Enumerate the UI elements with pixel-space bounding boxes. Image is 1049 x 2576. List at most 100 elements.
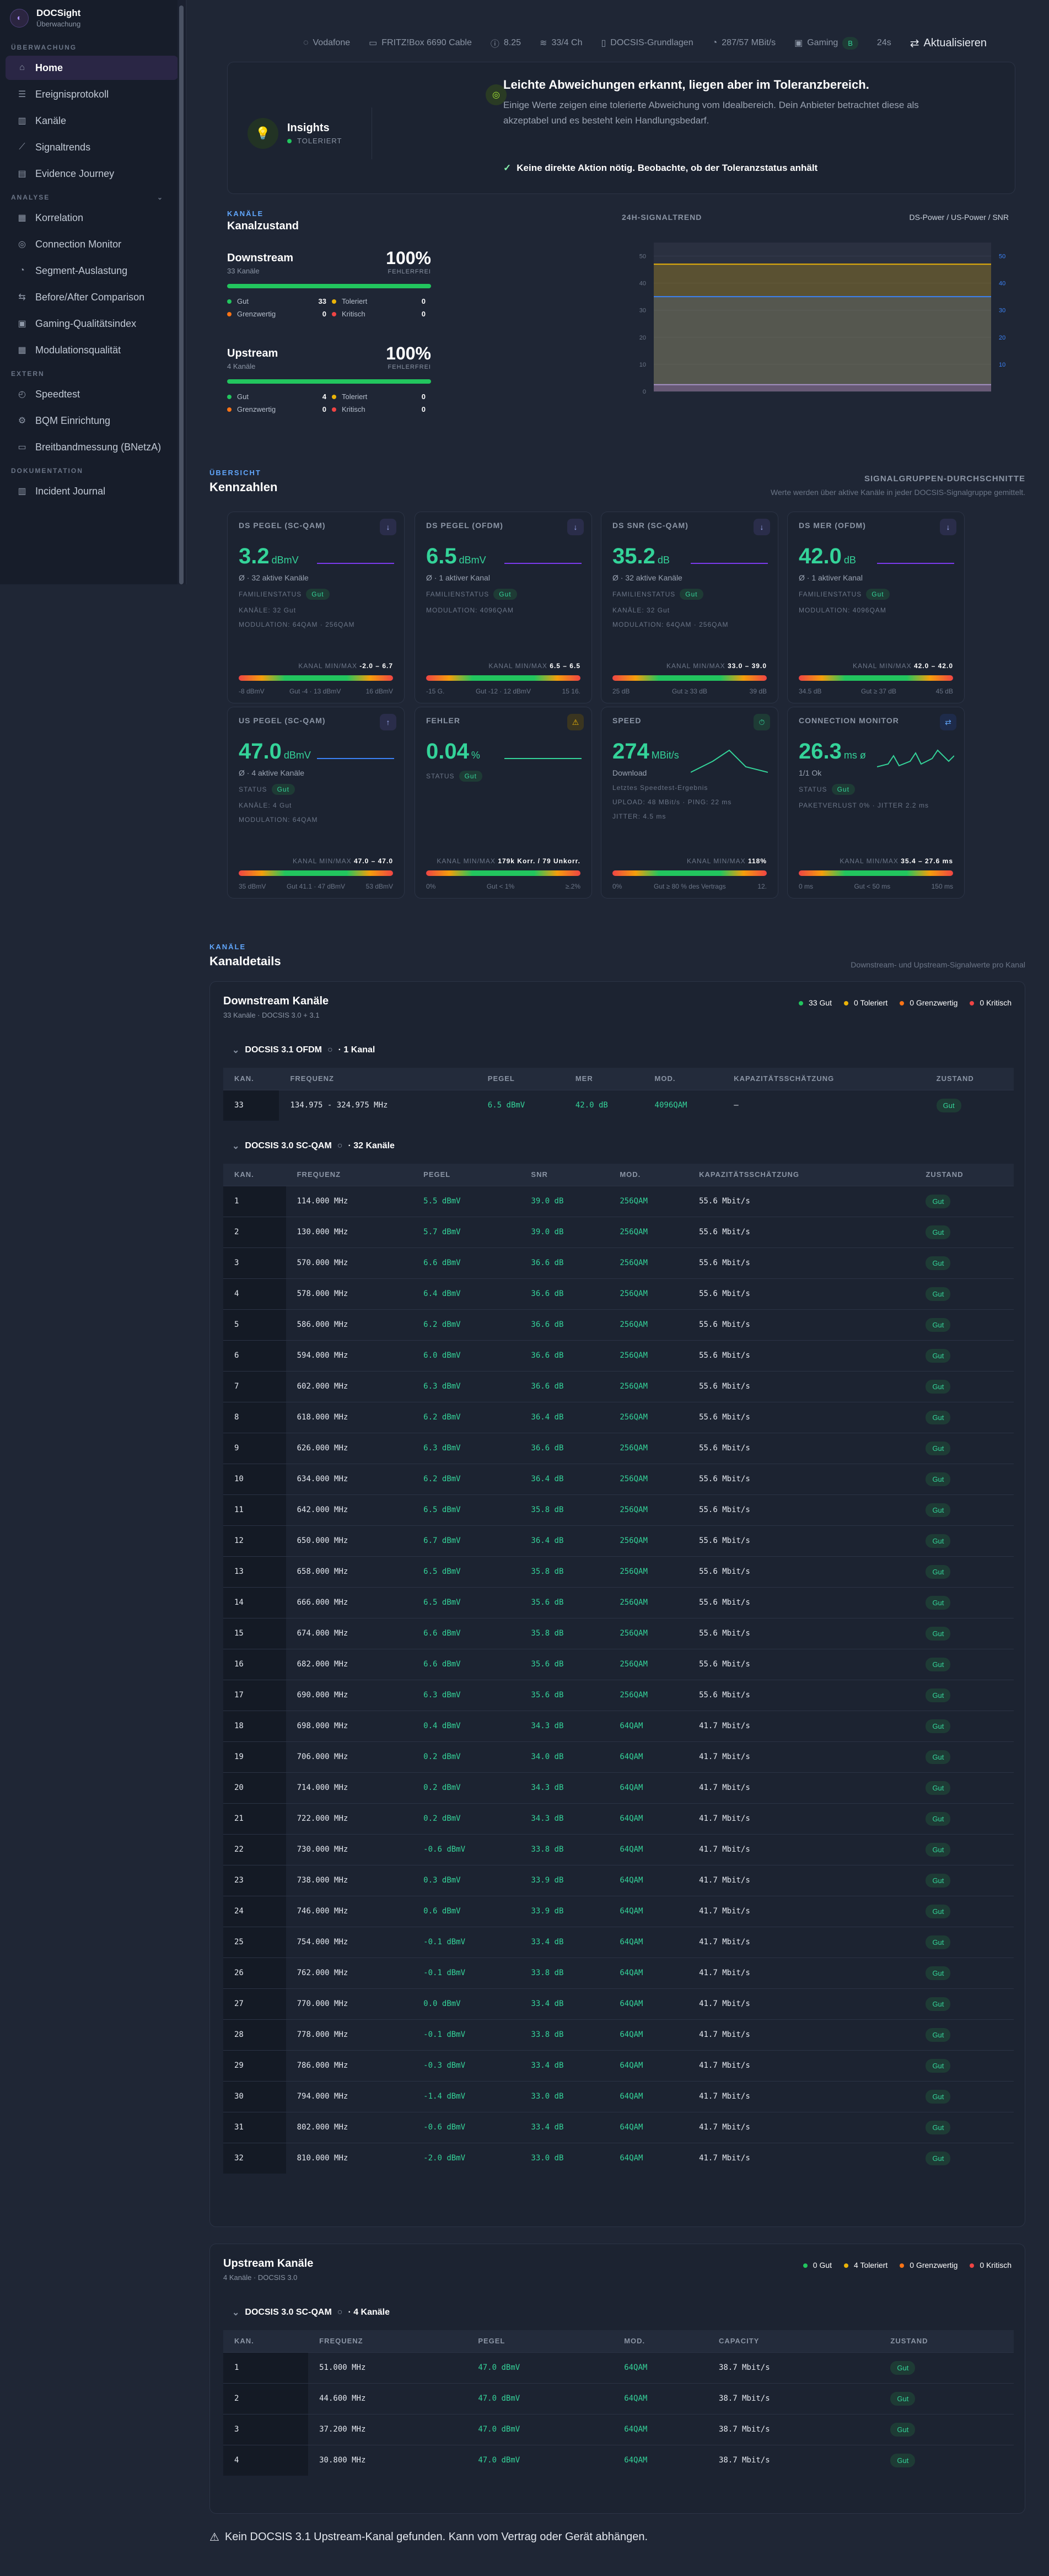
- sidebar-item-kan-le[interactable]: ▥ Kanäle: [6, 109, 178, 133]
- us-scqam-group-toggle[interactable]: ⌄ DOCSIS 3.0 SC-QAM ○ · 4 Kanäle: [210, 2301, 1025, 2324]
- table-cell: 35.8 dB: [520, 1494, 609, 1525]
- sidebar-item-label: Ereignisprotokoll: [35, 88, 109, 100]
- table-row[interactable]: 3 37.200 MHz 47.0 dBmV 64QAM 38.7 Mbit/s Gut: [223, 2413, 1014, 2445]
- table-row[interactable]: 4 578.000 MHz 6.4 dBmV 36.6 dB 256QAM 55.6 Mb…: [223, 1278, 1014, 1309]
- metric-action-icon[interactable]: ↓: [380, 519, 396, 535]
- table-row[interactable]: 18 698.000 MHz 0.4 dBmV 34.3 dB 64QAM 41.7 Mb…: [223, 1710, 1014, 1741]
- sidebar-item-connection-monitor[interactable]: ◎ Connection Monitor: [6, 232, 178, 256]
- table-cell: 682.000 MHz: [286, 1648, 413, 1680]
- metric-action-icon[interactable]: ↓: [940, 519, 956, 535]
- table-row[interactable]: 19 706.000 MHz 0.2 dBmV 34.0 dB 64QAM 41.7 Mb…: [223, 1741, 1014, 1772]
- table-row[interactable]: 33 134.975 - 324.975 MHz 6.5 dBmV 42.0 dB 40…: [223, 1089, 1014, 1121]
- sidebar-item-gaming-qualit-tsindex[interactable]: ▣ Gaming-Qualitätsindex: [6, 311, 178, 336]
- table-row[interactable]: 26 762.000 MHz -0.1 dBmV 33.8 dB 64QAM 41.7 M…: [223, 1957, 1014, 1988]
- table-row[interactable]: 29 786.000 MHz -0.3 dBmV 33.4 dB 64QAM 41.7 M…: [223, 2050, 1014, 2081]
- table-row[interactable]: 20 714.000 MHz 0.2 dBmV 34.3 dB 64QAM 41.7 Mb…: [223, 1772, 1014, 1803]
- gaming-info[interactable]: ▣ Gaming B: [794, 36, 858, 50]
- sidebar-item-evidence-journey[interactable]: ▤ Evidence Journey: [6, 162, 178, 186]
- sidebar-item-home[interactable]: ⌂ Home: [6, 56, 178, 80]
- table-cell: Gut: [914, 1247, 1014, 1278]
- table-row[interactable]: 23 738.000 MHz 0.3 dBmV 33.9 dB 64QAM 41.7 Mb…: [223, 1864, 1014, 1896]
- table-cell: Gut: [879, 2444, 1014, 2476]
- sparkline: [504, 563, 582, 564]
- metric-status-label: FAMILIENSTATUS: [426, 590, 489, 598]
- sidebar-item-speedtest[interactable]: ◴ Speedtest: [6, 382, 178, 406]
- table-row[interactable]: 14 666.000 MHz 6.5 dBmV 35.6 dB 256QAM 55.6 M…: [223, 1587, 1014, 1618]
- metric-card-fehler[interactable]: FEHLER ⚠ 0.04% STATUS Gut KANAL MIN/MAX 179k …: [415, 707, 592, 899]
- metric-action-icon[interactable]: ⚠: [567, 714, 584, 730]
- table-row[interactable]: 2 130.000 MHz 5.7 dBmV 39.0 dB 256QAM 55.6 Mb…: [223, 1216, 1014, 1247]
- range-gradient-bar: [426, 870, 580, 876]
- table-row[interactable]: 31 802.000 MHz -0.6 dBmV 33.4 dB 64QAM 41.7 M…: [223, 2111, 1014, 2143]
- sidebar-item-breitbandmessung-bnetza-[interactable]: ▭ Breitbandmessung (BNetzA): [6, 435, 178, 459]
- table-cell: 55.6 Mbit/s: [688, 1216, 915, 1247]
- insight-status-label: TOLERIERT: [297, 137, 342, 145]
- metric-action-icon[interactable]: ↑: [380, 714, 396, 730]
- table-row[interactable]: 13 658.000 MHz 6.5 dBmV 35.8 dB 256QAM 55.6 M…: [223, 1556, 1014, 1587]
- table-row[interactable]: 5 586.000 MHz 6.2 dBmV 36.6 dB 256QAM 55.6 Mb…: [223, 1309, 1014, 1340]
- metric-card-us-pegel-sc-qam-[interactable]: US PEGEL (SC-QAM) ↑ 47.0 dBmV Ø · 4 aktive K…: [227, 707, 405, 899]
- scqam-group-toggle[interactable]: ⌄ DOCSIS 3.0 SC-QAM ○ · 32 Kanäle: [210, 1135, 1025, 1157]
- table-row[interactable]: 4 30.800 MHz 47.0 dBmV 64QAM 38.7 Mbit/s Gut: [223, 2444, 1014, 2476]
- metric-card-ds-pegel-ofdm-[interactable]: DS PEGEL (OFDM) ↓ 6.5 dBmV Ø · 1 aktiver Kan…: [415, 512, 592, 703]
- metric-card-ds-mer-ofdm-[interactable]: DS MER (OFDM) ↓ 42.0 dB Ø · 1 aktiver Kanal F…: [787, 512, 965, 703]
- metric-range: KANAL MIN/MAX 6.5 – 6.5: [426, 662, 580, 670]
- metric-action-icon[interactable]: ⏱: [754, 714, 770, 730]
- table-row[interactable]: 2 44.600 MHz 47.0 dBmV 64QAM 38.7 Mbit/s Gut: [223, 2383, 1014, 2414]
- chevron-down-icon: ⌄: [232, 1046, 240, 1055]
- sidebar-item-bqm-einrichtung[interactable]: ⚙ BQM Einrichtung: [6, 408, 178, 433]
- table-row[interactable]: 25 754.000 MHz -0.1 dBmV 33.4 dB 64QAM 41.7 M…: [223, 1926, 1014, 1957]
- sidebar-item-korrelation[interactable]: ▦ Korrelation: [6, 206, 178, 230]
- table-row[interactable]: 15 674.000 MHz 6.6 dBmV 35.8 dB 256QAM 55.6 M…: [223, 1617, 1014, 1649]
- us-kritisch: 0: [421, 405, 426, 413]
- table-cell: 746.000 MHz: [286, 1895, 413, 1927]
- table-row[interactable]: 6 594.000 MHz 6.0 dBmV 36.6 dB 256QAM 55.6 Mb…: [223, 1340, 1014, 1371]
- status-badge: Gut: [926, 1688, 951, 1702]
- range-ticks: 34.5 dB Gut ≥ 37 dB 45 dB: [799, 687, 953, 695]
- table-row[interactable]: 3 570.000 MHz 6.6 dBmV 36.6 dB 256QAM 55.6 Mb…: [223, 1247, 1014, 1278]
- table-row[interactable]: 28 778.000 MHz -0.1 dBmV 33.8 dB 64QAM 41.7 M…: [223, 2019, 1014, 2050]
- metric-card-connection-monitor[interactable]: CONNECTION MONITOR ⇄ 26.3 ms ø 1/1 Ok STATUS G…: [787, 707, 965, 899]
- table-row[interactable]: 12 650.000 MHz 6.7 dBmV 36.4 dB 256QAM 55.6 M…: [223, 1525, 1014, 1556]
- metric-card-ds-pegel-sc-qam-[interactable]: DS PEGEL (SC-QAM) ↓ 3.2 dBmV Ø · 32 aktive K…: [227, 512, 405, 703]
- table-cell: Gut: [914, 1679, 1014, 1711]
- metric-action-icon[interactable]: ↓: [754, 519, 770, 535]
- chevron-down-icon[interactable]: ⌄: [157, 193, 164, 201]
- table-row[interactable]: 7 602.000 MHz 6.3 dBmV 36.6 dB 256QAM 55.6 Mb…: [223, 1370, 1014, 1402]
- table-row[interactable]: 1 114.000 MHz 5.5 dBmV 39.0 dB 256QAM 55.6 Mb…: [223, 1185, 1014, 1217]
- table-row[interactable]: 9 626.000 MHz 6.3 dBmV 36.6 dB 256QAM 55.6 Mb…: [223, 1432, 1014, 1464]
- gear-icon: ⚙: [18, 416, 26, 426]
- ofdm-group-toggle[interactable]: ⌄ DOCSIS 3.1 OFDM ○ · 1 Kanal: [210, 1039, 1025, 1061]
- table-row[interactable]: 10 634.000 MHz 6.2 dBmV 36.4 dB 256QAM 55.6 M…: [223, 1463, 1014, 1494]
- table-row[interactable]: 22 730.000 MHz -0.6 dBmV 33.8 dB 64QAM 41.7 M…: [223, 1833, 1014, 1865]
- sidebar-scrollbar[interactable]: [177, 0, 185, 584]
- metric-card-speed[interactable]: SPEED ⏱ 274 MBit/s Download Letztes Speedtest…: [601, 707, 778, 899]
- sidebar-item-modulationsqualit-t[interactable]: ▦ Modulationsqualität: [6, 338, 178, 362]
- table-row[interactable]: 16 682.000 MHz 6.6 dBmV 35.6 dB 256QAM 55.6 M…: [223, 1648, 1014, 1680]
- sidebar-item-ereignisprotokoll[interactable]: ☰ Ereignisprotokoll: [6, 82, 178, 106]
- sidebar-item-incident-journal[interactable]: ▥ Incident Journal: [6, 479, 178, 503]
- scrollbar-thumb[interactable]: [179, 6, 184, 584]
- table-row[interactable]: 8 618.000 MHz 6.2 dBmV 36.4 dB 256QAM 55.6 Mb…: [223, 1401, 1014, 1433]
- sidebar-item-before-after-comparison[interactable]: ⇆ Before/After Comparison: [6, 285, 178, 309]
- table-row[interactable]: 17 690.000 MHz 6.3 dBmV 35.6 dB 256QAM 55.6 M…: [223, 1679, 1014, 1711]
- metric-action-icon[interactable]: ⇄: [940, 714, 956, 730]
- table-row[interactable]: 24 746.000 MHz 0.6 dBmV 33.9 dB 64QAM 41.7 Mb…: [223, 1895, 1014, 1927]
- table-cell: 810.000 MHz: [286, 2142, 413, 2174]
- metric-card-ds-snr-sc-qam-[interactable]: DS SNR (SC-QAM) ↓ 35.2 dB Ø · 32 aktive Kanä…: [601, 512, 778, 703]
- table-row[interactable]: 11 642.000 MHz 6.5 dBmV 35.8 dB 256QAM 55.6 M…: [223, 1494, 1014, 1525]
- table-row[interactable]: 32 810.000 MHz -2.0 dBmV 33.0 dB 64QAM 41.7 M…: [223, 2142, 1014, 2174]
- table-row[interactable]: 21 722.000 MHz 0.2 dBmV 34.3 dB 64QAM 41.7 Mb…: [223, 1803, 1014, 1834]
- sidebar-item-segment-auslastung[interactable]: ◔ Segment-Auslastung: [6, 259, 178, 283]
- table-row[interactable]: 27 770.000 MHz 0.0 dBmV 33.4 dB 64QAM 41.7 Mb…: [223, 1988, 1014, 2019]
- gut-label: Gut: [237, 392, 249, 401]
- docsis-link[interactable]: ▯ DOCSIS-Grundlagen: [601, 37, 693, 49]
- gaming-score-badge: B: [842, 36, 858, 50]
- table-row[interactable]: 30 794.000 MHz -1.4 dBmV 33.0 dB 64QAM 41.7 M…: [223, 2080, 1014, 2112]
- metric-action-icon[interactable]: ↓: [567, 519, 584, 535]
- brand[interactable]: ◐ DOCSight Überwachung: [0, 0, 186, 36]
- sidebar-item-signaltrends[interactable]: ⟋ Signaltrends: [6, 135, 178, 159]
- table-row[interactable]: 1 51.000 MHz 47.0 dBmV 64QAM 38.7 Mbit/s Gut: [223, 2352, 1014, 2383]
- refresh-button[interactable]: ⇄ Aktualisieren: [910, 36, 987, 50]
- trend-svg[interactable]: 0 10 20 30 40 50 10 20 30 40 50: [616, 221, 1013, 402]
